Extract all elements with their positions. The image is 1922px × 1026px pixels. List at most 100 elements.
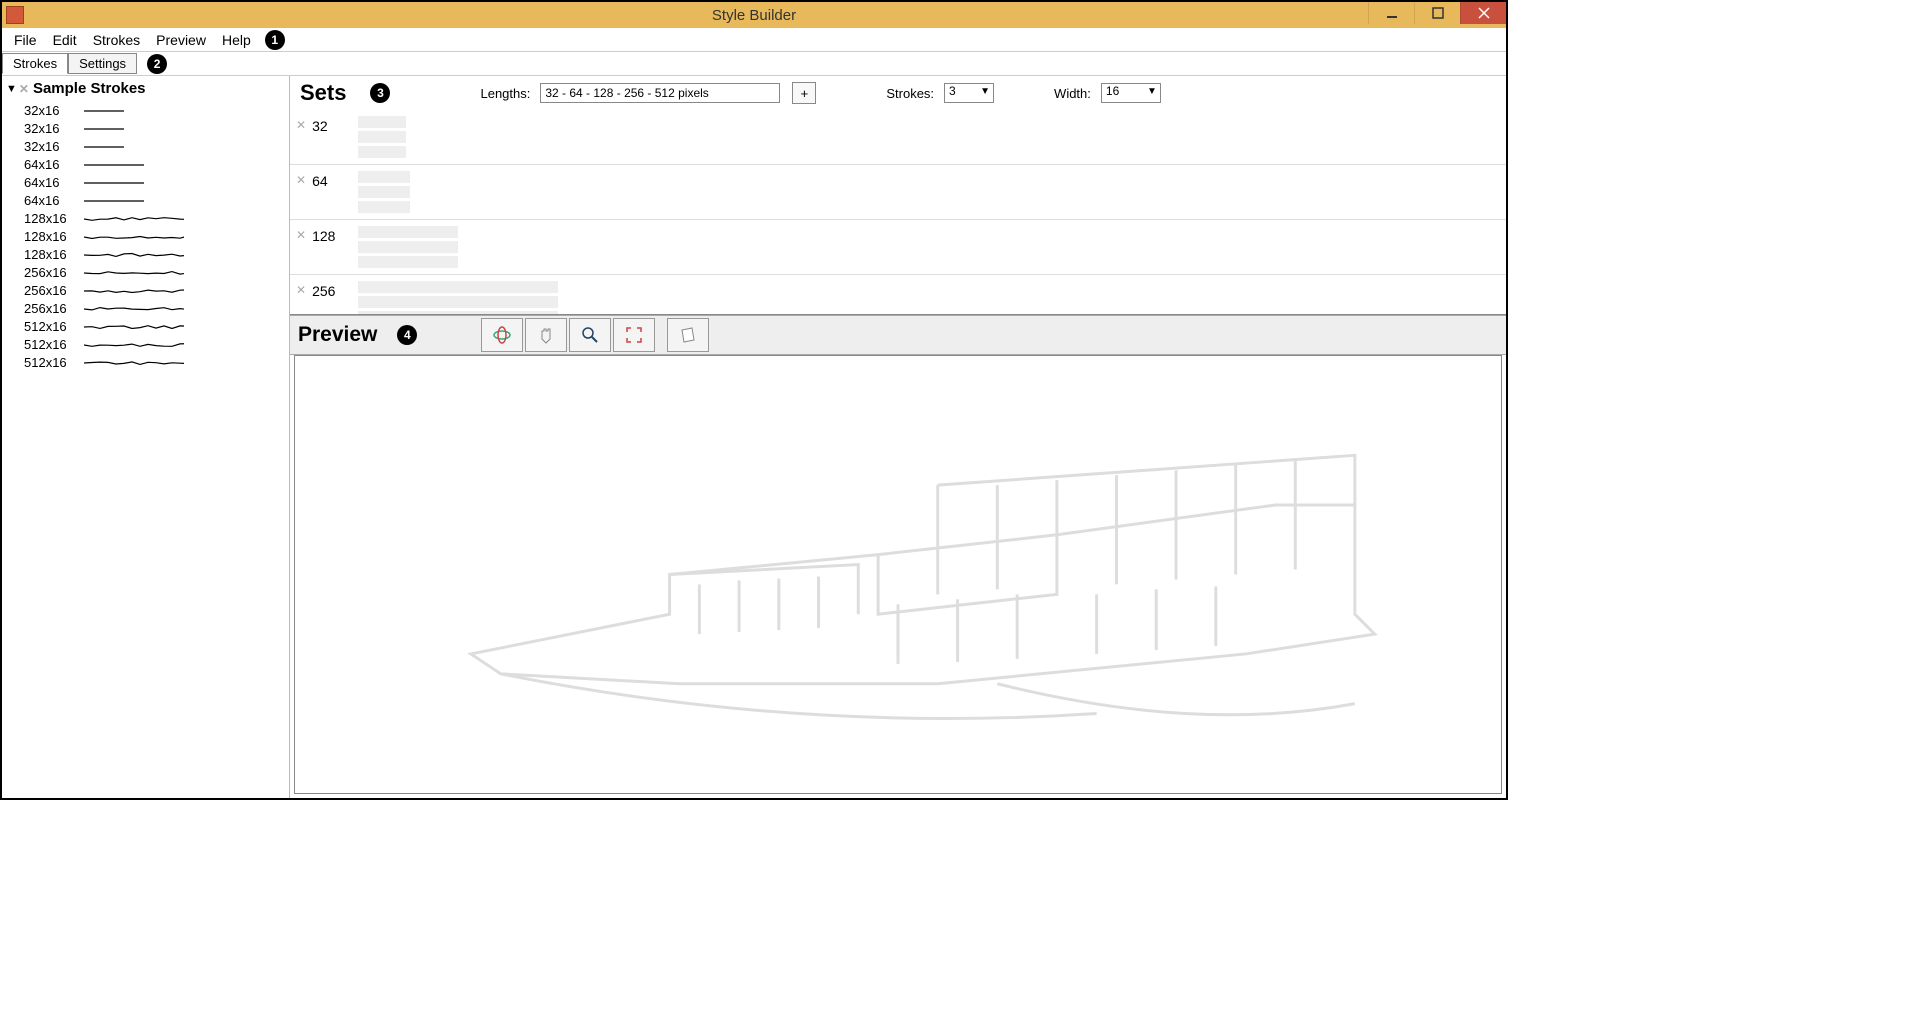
stroke-preview-icon (84, 126, 184, 131)
sets-bar: Sets 3 Lengths: + Strokes: 3 Width: 16 (290, 76, 1506, 110)
maximize-button[interactable] (1414, 2, 1460, 24)
tree-item-label: 512x16 (24, 355, 78, 370)
set-row[interactable]: ✕256 (290, 275, 1506, 315)
stroke-swatch (358, 296, 558, 308)
tree-item[interactable]: 512x16 (2, 335, 289, 353)
preview-sketch (295, 356, 1501, 793)
stroke-preview-icon (84, 162, 184, 167)
stroke-swatch (358, 186, 410, 198)
preview-bar: Preview 4 (290, 315, 1506, 355)
add-length-button[interactable]: + (792, 82, 816, 104)
lengths-input[interactable] (540, 83, 780, 103)
set-row[interactable]: ✕128 (290, 220, 1506, 275)
stroke-swatch (358, 256, 458, 268)
minimize-icon (1386, 7, 1398, 19)
stroke-preview-icon (84, 216, 184, 221)
remove-set-icon[interactable]: ✕ (296, 283, 306, 297)
tree-item-label: 64x16 (24, 175, 78, 190)
sidebar: ▼ ✕ Sample Strokes 32x1632x1632x1664x166… (2, 76, 290, 798)
stroke-preview-icon (84, 342, 184, 347)
callout-4: 4 (397, 325, 417, 345)
stroke-preview-icon (84, 324, 184, 329)
set-length-label: 32 (312, 118, 358, 134)
stroke-swatch (358, 226, 458, 238)
minimize-button[interactable] (1368, 2, 1414, 24)
stroke-preview-icon (84, 108, 184, 113)
stroke-swatch (358, 171, 410, 183)
menu-edit[interactable]: Edit (45, 30, 85, 50)
menubar: File Edit Strokes Preview Help 1 (2, 28, 1506, 52)
tree-item[interactable]: 512x16 (2, 353, 289, 371)
menu-file[interactable]: File (6, 30, 45, 50)
callout-1: 1 (265, 30, 285, 50)
stroke-preview-icon (84, 306, 184, 311)
tree-item[interactable]: 128x16 (2, 209, 289, 227)
display-toggle-button[interactable] (667, 318, 709, 352)
tree-item[interactable]: 64x16 (2, 191, 289, 209)
tree-item-label: 32x16 (24, 139, 78, 154)
tab-strokes[interactable]: Strokes (2, 53, 68, 74)
tree-item[interactable]: 256x16 (2, 263, 289, 281)
stroke-preview-icon (84, 252, 184, 257)
stroke-preview-icon (84, 234, 184, 239)
close-button[interactable] (1460, 2, 1506, 24)
tree-item[interactable]: 256x16 (2, 281, 289, 299)
tree-item[interactable]: 256x16 (2, 299, 289, 317)
tab-settings[interactable]: Settings (68, 53, 137, 74)
stroke-swatch (358, 281, 558, 293)
tree-header[interactable]: ▼ ✕ Sample Strokes (2, 76, 289, 101)
tree-item-label: 256x16 (24, 301, 78, 316)
stroke-preview-icon (84, 144, 184, 149)
stroke-swatch (358, 116, 406, 128)
stroke-swatch (358, 241, 458, 253)
tree-item-label: 128x16 (24, 247, 78, 262)
zoom-extents-icon (624, 325, 644, 345)
tabs: Strokes Settings 2 (2, 52, 1506, 76)
pan-tool-button[interactable] (525, 318, 567, 352)
remove-set-icon[interactable]: ✕ (296, 118, 306, 132)
preview-canvas[interactable] (294, 355, 1502, 794)
menu-help[interactable]: Help (214, 30, 259, 50)
orbit-icon (492, 325, 512, 345)
tree-item-label: 128x16 (24, 211, 78, 226)
tree-item[interactable]: 32x16 (2, 137, 289, 155)
set-swatches (358, 281, 558, 315)
menu-strokes[interactable]: Strokes (85, 30, 148, 50)
magnifier-icon (580, 325, 600, 345)
stroke-preview-icon (84, 270, 184, 275)
tree-item-label: 64x16 (24, 157, 78, 172)
zoom-extents-button[interactable] (613, 318, 655, 352)
set-row[interactable]: ✕ 32 (290, 110, 1506, 165)
tree-item[interactable]: 64x16 (2, 173, 289, 191)
orbit-tool-button[interactable] (481, 318, 523, 352)
tree-item[interactable]: 128x16 (2, 245, 289, 263)
tree-item[interactable]: 32x16 (2, 119, 289, 137)
stroke-preview-icon (84, 360, 184, 365)
right-pane: Sets 3 Lengths: + Strokes: 3 Width: 16 ✕… (290, 76, 1506, 798)
tree-item-label: 128x16 (24, 229, 78, 244)
set-swatches (358, 171, 410, 213)
lengths-label: Lengths: (480, 86, 530, 101)
app-icon (6, 6, 24, 24)
tree-item[interactable]: 64x16 (2, 155, 289, 173)
hand-icon (536, 325, 556, 345)
window-controls (1368, 2, 1506, 24)
menu-preview[interactable]: Preview (148, 30, 214, 50)
tree-item[interactable]: 128x16 (2, 227, 289, 245)
remove-set-icon[interactable]: ✕ (296, 173, 306, 187)
tree-item-label: 32x16 (24, 121, 78, 136)
tree-item[interactable]: 32x16 (2, 101, 289, 119)
page-icon (678, 325, 698, 345)
stroke-preview-icon (84, 288, 184, 293)
preview-title: Preview (298, 323, 377, 347)
width-select[interactable]: 16 (1101, 83, 1161, 103)
sets-list[interactable]: ✕ 32 ✕64✕128✕256 (290, 110, 1506, 315)
callout-2: 2 (147, 54, 167, 74)
tree-item[interactable]: 512x16 (2, 317, 289, 335)
remove-set-icon[interactable]: ✕ (296, 228, 306, 242)
strokes-label: Strokes: (886, 86, 934, 101)
set-row[interactable]: ✕64 (290, 165, 1506, 220)
zoom-tool-button[interactable] (569, 318, 611, 352)
tree-item-label: 256x16 (24, 283, 78, 298)
strokes-select[interactable]: 3 (944, 83, 994, 103)
